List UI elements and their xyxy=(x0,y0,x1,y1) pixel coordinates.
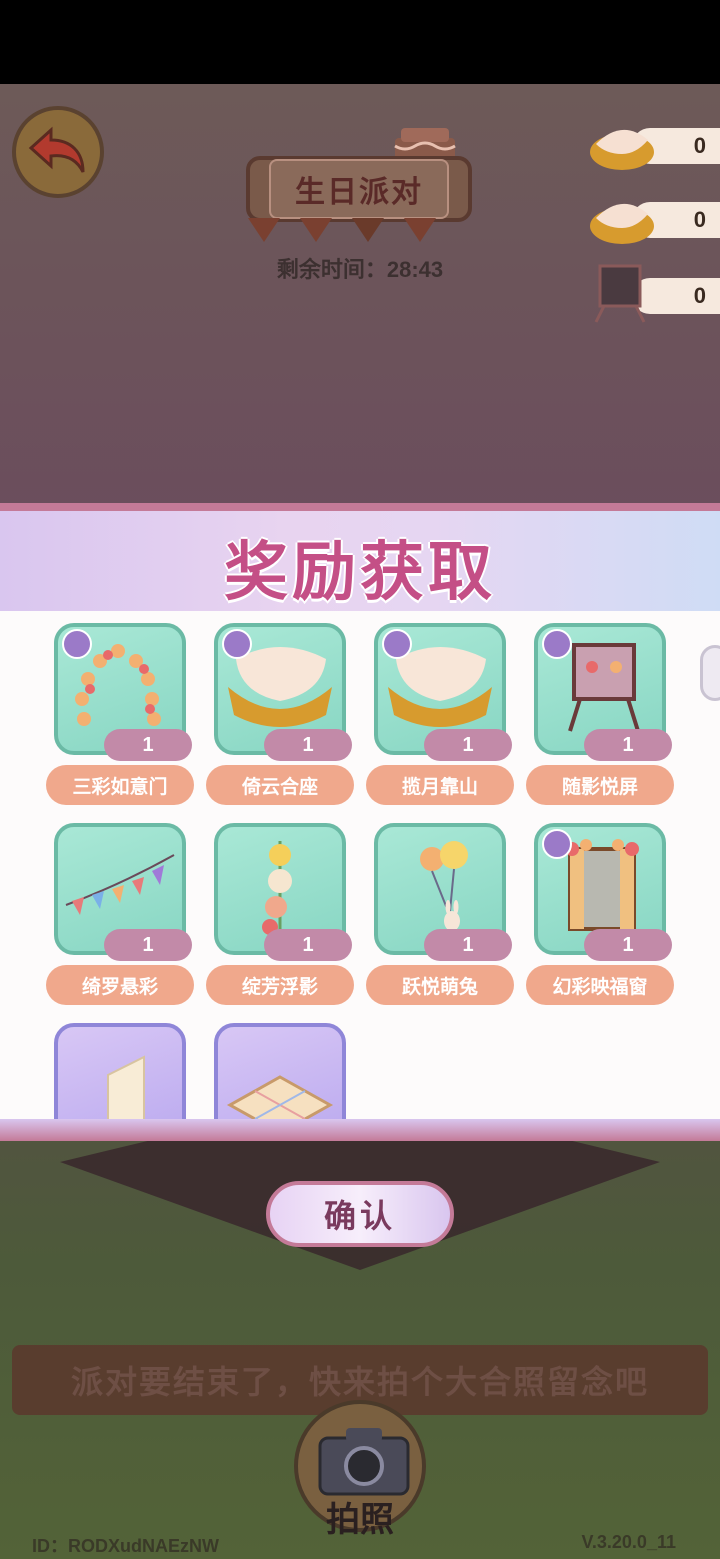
cushion-icon xyxy=(590,129,654,170)
back-arrow-icon xyxy=(28,126,85,173)
bunting-decoration xyxy=(248,218,436,242)
back-button[interactable] xyxy=(12,106,104,198)
reward-quantity: 1 xyxy=(584,729,672,761)
reward-name: 幻彩映福窗 xyxy=(526,965,674,1005)
reward-quantity: 1 xyxy=(424,929,512,961)
flower-garland-icon xyxy=(262,841,292,935)
event-title: 生日派对 xyxy=(269,159,449,219)
reward-name: 三彩如意门 xyxy=(46,765,194,805)
reward-quantity: 1 xyxy=(584,929,672,961)
furniture-tag-icon xyxy=(62,629,92,659)
furniture-tag-icon xyxy=(542,629,572,659)
reward-panel-title: 奖励获取 xyxy=(224,536,496,608)
reward-name: 跃悦萌兔 xyxy=(366,965,514,1005)
floor-tile-icon xyxy=(226,1075,334,1119)
furniture-tag-icon xyxy=(542,829,572,859)
player-id: ID：RODXudNAEzNW xyxy=(32,1536,219,1556)
cushion-icon xyxy=(590,203,654,244)
status-bar xyxy=(0,0,720,84)
resource-counter: 0 xyxy=(590,198,720,244)
reward-name: 随影悦屏 xyxy=(526,765,674,805)
camera-icon xyxy=(318,1428,410,1496)
reward-quantity: 1 xyxy=(264,929,352,961)
reward-name: 倚云合座 xyxy=(206,765,354,805)
event-title-plate: 生日派对 xyxy=(246,156,472,222)
reward-name: 绮罗悬彩 xyxy=(46,965,194,1005)
confirm-button[interactable]: 确认 xyxy=(266,1181,454,1247)
door-icon xyxy=(107,1055,145,1119)
bunny-balloon-icon xyxy=(420,841,468,931)
reward-quantity: 1 xyxy=(424,729,512,761)
app-version: V.3.20.0_11 xyxy=(581,1532,676,1552)
furniture-tag-icon xyxy=(382,629,412,659)
reward-name: 绽芳浮影 xyxy=(206,965,354,1005)
resource-counter: 0 xyxy=(594,264,720,323)
panel-side-tab[interactable] xyxy=(700,645,720,701)
remaining-time: 剩余时间：28:43 xyxy=(276,257,444,282)
reward-panel: 奖励获取 1 三彩如意门 1 倚云合座 1 揽月靠山 1 随影悦屏 1 绮罗悬彩… xyxy=(0,503,720,1141)
reward-grid[interactable]: 1 三彩如意门 1 倚云合座 1 揽月靠山 1 随影悦屏 1 绮罗悬彩 1 绽芳… xyxy=(0,611,720,1119)
take-photo-label: 拍照 xyxy=(326,1501,394,1539)
reward-quantity: 1 xyxy=(264,729,352,761)
easel-screen-icon xyxy=(594,264,646,323)
reward-quantity: 1 xyxy=(104,929,192,961)
reward-name: 揽月靠山 xyxy=(366,765,514,805)
furniture-tag-icon xyxy=(222,629,252,659)
bunting-icon xyxy=(65,854,175,915)
reward-panel-footer-edge xyxy=(0,1119,720,1141)
resource-counter: 0 xyxy=(590,124,720,170)
reward-quantity: 1 xyxy=(104,729,192,761)
